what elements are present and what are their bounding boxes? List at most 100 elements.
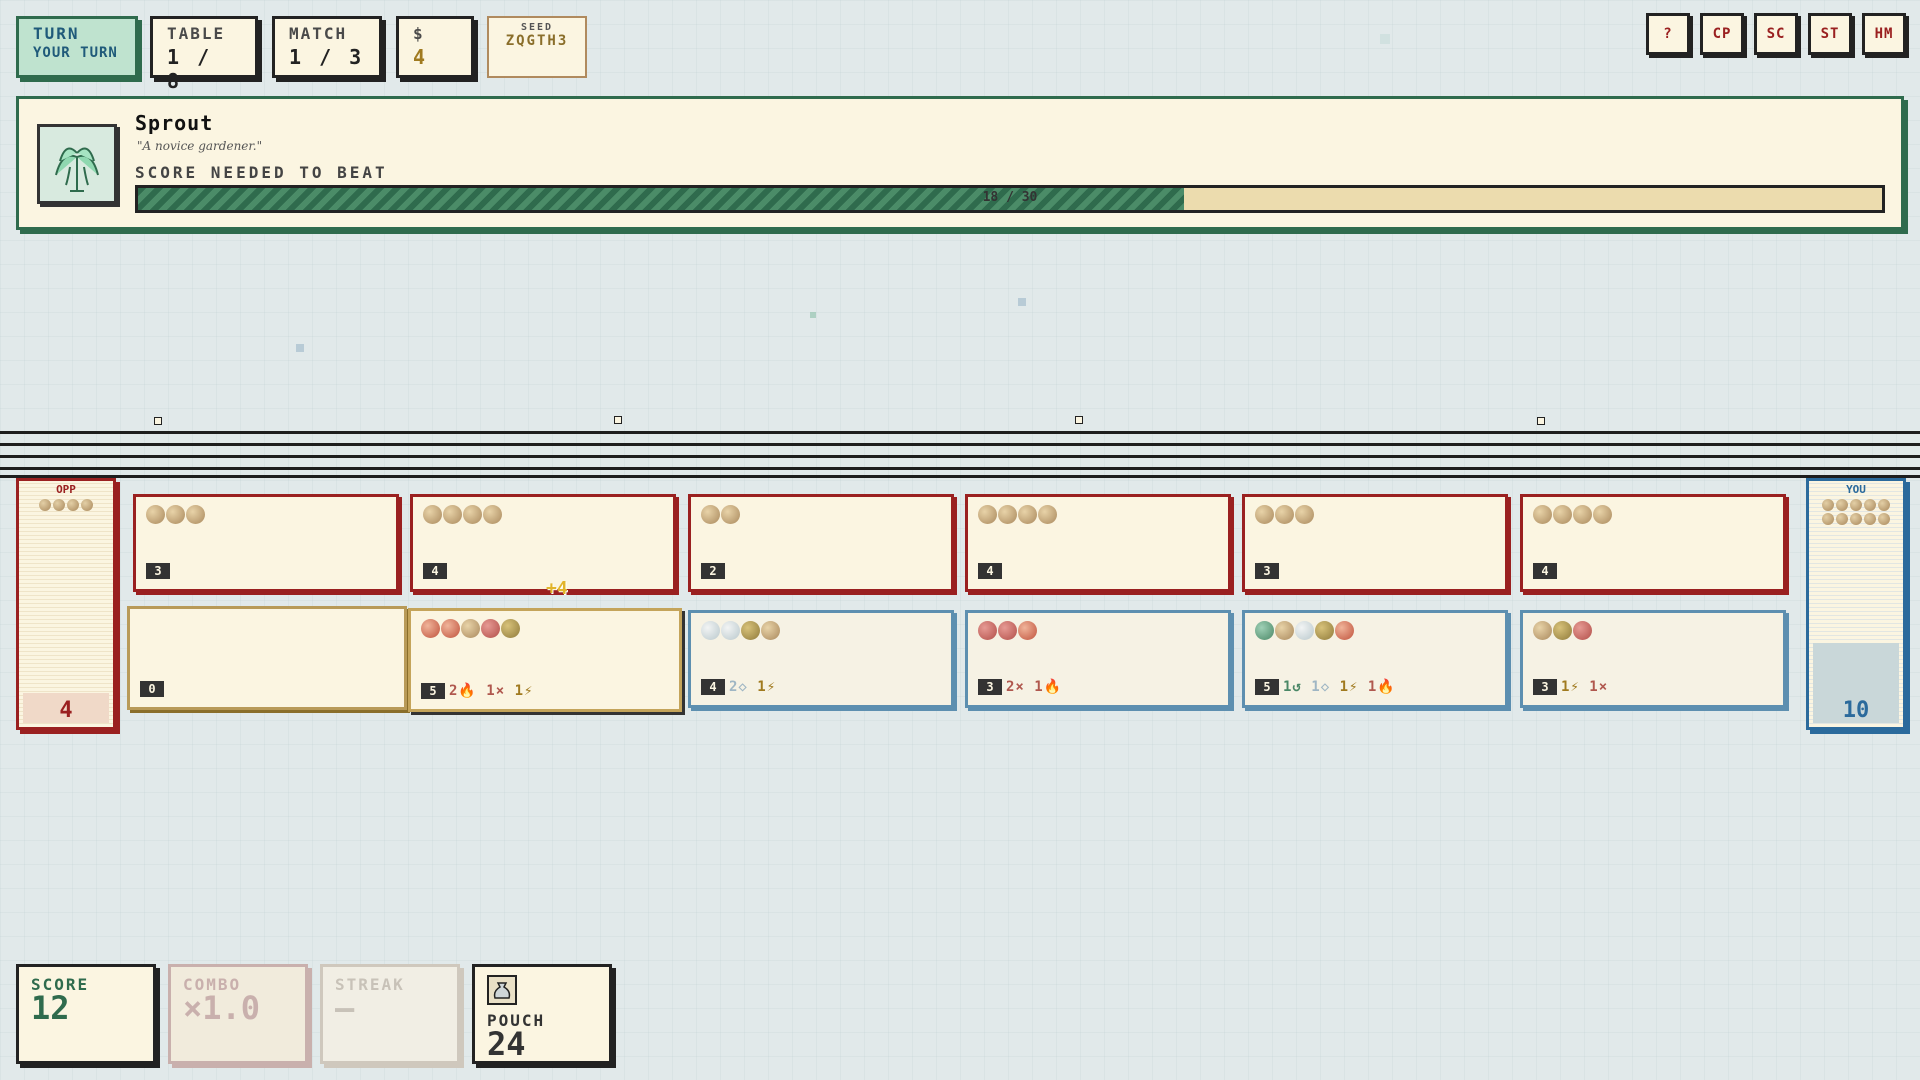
player-pit[interactable]: 5 2🔥 1× 1⚡: [408, 608, 682, 712]
player-pit[interactable]: 3 1⚡ 1×: [1520, 610, 1786, 708]
cp-button[interactable]: CP: [1700, 13, 1744, 55]
modifier-tag: 1×: [1589, 679, 1609, 695]
table-value: 1 / 8: [167, 45, 213, 93]
seed-display: SEED ZQGTH3: [487, 16, 587, 78]
bead: [483, 505, 502, 524]
bead: [1850, 499, 1862, 511]
fire-bead: [441, 619, 460, 638]
opponent-store-label: OPP: [56, 483, 76, 496]
pit-beads: [701, 505, 740, 524]
table-label: TABLE: [167, 24, 226, 43]
player-store-label: YOU: [1846, 483, 1866, 496]
pouch-display[interactable]: POUCH 24: [472, 964, 612, 1064]
pit-count: 5: [421, 683, 445, 699]
wire-line: [0, 455, 1920, 458]
bead: [998, 505, 1017, 524]
bead: [186, 505, 205, 524]
modifier-tag: 1×: [486, 683, 515, 699]
opponent-name: Sprout: [135, 111, 214, 135]
floating-particle: [1380, 34, 1390, 44]
score-progress-bar: 18 / 30: [135, 185, 1885, 213]
score-display: SCORE 12: [16, 964, 156, 1064]
opponent-panel: Sprout "A novice gardener." SCORE NEEDED…: [16, 96, 1904, 230]
green-bead: [1255, 621, 1274, 640]
pit-beads: [146, 505, 205, 524]
gold-bead: [1553, 621, 1572, 640]
modifier-tag: 2×: [1006, 679, 1035, 695]
pit-count: 3: [146, 563, 170, 579]
pit-count: 3: [1533, 679, 1557, 695]
hm-button[interactable]: HM: [1862, 13, 1906, 55]
sc-button[interactable]: SC: [1754, 13, 1798, 55]
help-button[interactable]: ?: [1646, 13, 1690, 55]
player-pit[interactable]: 5 1↺ 1◇ 1⚡ 1🔥: [1242, 610, 1508, 708]
fire-bead: [421, 619, 440, 638]
bead: [39, 499, 51, 511]
player-pit[interactable]: 3 2× 1🔥: [965, 610, 1231, 708]
match-value: 1 / 3: [289, 45, 365, 69]
pouch-icon: [487, 975, 517, 1005]
modifier-tag: 1↺: [1283, 679, 1312, 695]
pit-beads: [421, 619, 520, 638]
bead: [1553, 505, 1572, 524]
bead: [463, 505, 482, 524]
pit-count: 0: [140, 681, 164, 697]
wire-line: [0, 475, 1920, 478]
pit-beads: [1255, 505, 1314, 524]
bead: [1836, 513, 1848, 525]
player-pit[interactable]: 0: [127, 606, 407, 710]
modifier-tag: 1⚡: [1561, 679, 1590, 695]
bead: [443, 505, 462, 524]
wire-line: [0, 431, 1920, 434]
bead: [81, 499, 93, 511]
bead: [1255, 505, 1274, 524]
willow-tree-icon: [55, 147, 99, 192]
pit-beads: [701, 621, 780, 640]
seed-label: SEED: [520, 22, 554, 33]
score-value: 12: [31, 989, 70, 1027]
bead: [1850, 513, 1862, 525]
opponent-portrait: [37, 124, 117, 204]
player-store: YOU 10: [1806, 478, 1906, 730]
modifier-tag: 2◇: [729, 679, 758, 695]
floating-particle: [810, 312, 816, 318]
turn-indicator: TURN YOUR TURN: [16, 16, 138, 78]
money-value: 4: [413, 45, 429, 69]
fire-bead: [1335, 621, 1354, 640]
money-counter: $ 4: [396, 16, 474, 78]
turn-label: TURN: [33, 24, 80, 43]
bead: [1533, 505, 1552, 524]
pouch-value: 24: [487, 1025, 526, 1063]
modifier-tag: 1⚡: [757, 679, 777, 695]
player-pit[interactable]: 4 2◇ 1⚡: [688, 610, 954, 708]
red-bead: [998, 621, 1017, 640]
streak-value: —: [335, 989, 355, 1027]
blue-bead: [701, 621, 720, 640]
pit-beads: [423, 505, 502, 524]
bead: [146, 505, 165, 524]
opponent-pit: 2: [688, 494, 954, 592]
st-button[interactable]: ST: [1808, 13, 1852, 55]
pit-count: 5: [1255, 679, 1279, 695]
gold-bead: [1315, 621, 1334, 640]
wire-line: [0, 443, 1920, 446]
bead: [1573, 505, 1592, 524]
turn-value: YOUR TURN: [33, 45, 118, 61]
bead: [1864, 513, 1876, 525]
pit-beads: [1533, 505, 1612, 524]
pit-beads: [978, 505, 1057, 524]
pit-count: 4: [978, 563, 1002, 579]
wire-peg: [614, 416, 622, 424]
bead: [67, 499, 79, 511]
bead: [1878, 499, 1890, 511]
red-bead: [1573, 621, 1592, 640]
score-progress-text: 18 / 30: [982, 190, 1038, 205]
floating-particle: [296, 344, 304, 352]
pit-modifiers: 2× 1🔥: [1006, 679, 1062, 695]
pit-beads: [1255, 621, 1354, 640]
opponent-pit: 3: [133, 494, 399, 592]
blue-bead: [721, 621, 740, 640]
money-label: $: [413, 24, 425, 43]
pit-count: 4: [1533, 563, 1557, 579]
player-store-beads: [1809, 499, 1903, 525]
